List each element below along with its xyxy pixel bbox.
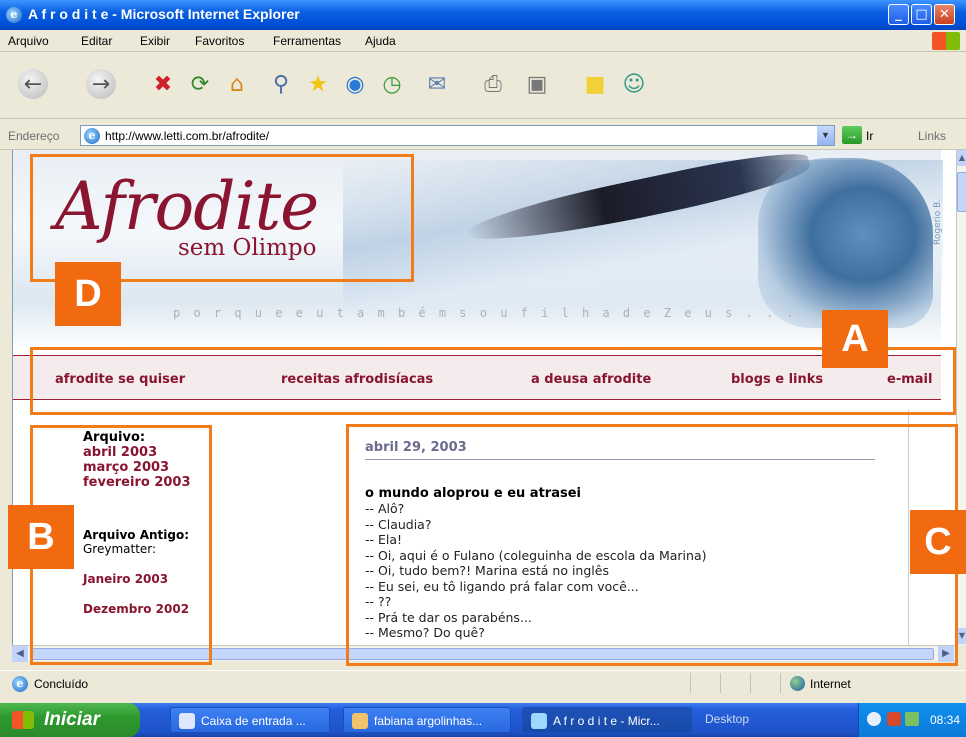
edit-icon[interactable]: ▣ xyxy=(520,67,554,101)
title-bar[interactable]: e A f r o d i t e - Microsoft Internet E… xyxy=(0,0,966,30)
task-label: fabiana argolinhas... xyxy=(374,714,483,728)
chevron-down-icon[interactable]: ▼ xyxy=(817,126,834,145)
back-icon[interactable]: ← xyxy=(18,69,48,99)
menu-editar[interactable]: Editar xyxy=(81,34,112,48)
address-url[interactable]: http://www.letti.com.br/afrodite/ xyxy=(105,129,269,143)
task-label: Caixa de entrada ... xyxy=(201,714,306,728)
system-tray: 08:34 xyxy=(858,703,966,737)
scroll-down-icon[interactable]: ▼ xyxy=(957,628,966,644)
ie-icon: e xyxy=(6,7,22,23)
task-afrodite[interactable]: A f r o d i t e - Micr... xyxy=(522,707,692,733)
history-icon[interactable]: ◷ xyxy=(375,67,409,101)
windows-flag-icon xyxy=(12,711,34,729)
start-button[interactable]: Iniciar xyxy=(0,703,140,737)
site-tagline: p o r q u e e u t a m b é m s o u f i l … xyxy=(173,306,795,320)
menu-ajuda[interactable]: Ajuda xyxy=(365,34,396,48)
status-separator xyxy=(720,673,721,693)
notes-icon[interactable]: ■ xyxy=(578,67,612,101)
image-credit: Rogerio B. xyxy=(933,198,943,245)
toolbar: ← → ✖ ⟳ ⌂ ⚲ ★ ◉ ◷ ✉ ⎙ ▣ ■ ☺ xyxy=(0,53,966,119)
maximize-button[interactable]: □ xyxy=(911,4,932,25)
tray-expand-icon[interactable] xyxy=(867,712,881,726)
menu-arquivo[interactable]: Arquivo xyxy=(8,34,49,48)
banner-figure-image xyxy=(758,158,933,328)
annotation-label-a: A xyxy=(822,310,888,368)
page-icon: e xyxy=(84,128,100,144)
clock[interactable]: 08:34 xyxy=(930,713,960,727)
print-icon[interactable]: ⎙ xyxy=(476,67,510,101)
annotation-box-a xyxy=(30,347,956,415)
tray-network-icon[interactable] xyxy=(905,712,919,726)
security-zone: Internet xyxy=(810,677,851,691)
scroll-up-icon[interactable]: ▲ xyxy=(957,150,966,166)
menu-ferramentas[interactable]: Ferramentas xyxy=(273,34,341,48)
go-arrow-icon[interactable]: → xyxy=(842,126,862,144)
outlook-icon xyxy=(179,713,195,729)
annotation-label-d: D xyxy=(55,262,121,326)
status-separator xyxy=(780,673,781,693)
status-separator xyxy=(690,673,691,693)
go-button[interactable]: Ir xyxy=(866,129,873,143)
task-caixa-entrada[interactable]: Caixa de entrada ... xyxy=(170,707,330,733)
messenger-icon[interactable]: ☺ xyxy=(617,67,651,101)
forward-icon[interactable]: → xyxy=(86,69,116,99)
task-fabiana[interactable]: fabiana argolinhas... xyxy=(343,707,511,733)
internet-zone-icon xyxy=(790,676,805,691)
taskbar: Iniciar Caixa de entrada ... fabiana arg… xyxy=(0,703,966,737)
ie-icon xyxy=(531,713,547,729)
address-bar: Endereço e http://www.letti.com.br/afrod… xyxy=(0,120,966,150)
status-bar: e Concluído Internet xyxy=(0,670,966,695)
vertical-scroll-thumb[interactable] xyxy=(957,172,966,212)
page-done-icon: e xyxy=(12,676,28,692)
desktop-toolbar[interactable]: Desktop xyxy=(705,712,749,726)
start-label: Iniciar xyxy=(44,709,100,730)
status-separator xyxy=(750,673,751,693)
mail-icon[interactable]: ✉ xyxy=(420,67,454,101)
menu-exibir[interactable]: Exibir xyxy=(140,34,170,48)
home-icon[interactable]: ⌂ xyxy=(220,67,254,101)
search-icon[interactable]: ⚲ xyxy=(264,67,298,101)
menu-favoritos[interactable]: Favoritos xyxy=(195,34,244,48)
address-input[interactable]: e http://www.letti.com.br/afrodite/ ▼ xyxy=(80,125,835,146)
close-button[interactable]: ✕ xyxy=(934,4,955,25)
annotation-label-c: C xyxy=(910,510,966,574)
window-title: A f r o d i t e - Microsoft Internet Exp… xyxy=(28,6,300,22)
image-viewer-icon xyxy=(352,713,368,729)
media-icon[interactable]: ◉ xyxy=(338,67,372,101)
status-text: Concluído xyxy=(34,677,89,691)
tray-app-icon[interactable] xyxy=(887,712,901,726)
windows-logo-icon xyxy=(932,32,960,50)
scroll-left-icon[interactable]: ◀ xyxy=(12,646,28,662)
stop-icon[interactable]: ✖ xyxy=(146,67,180,101)
minimize-button[interactable]: _ xyxy=(888,4,909,25)
refresh-icon[interactable]: ⟳ xyxy=(183,67,217,101)
annotation-box-c xyxy=(346,424,958,666)
links-button[interactable]: Links xyxy=(918,129,946,143)
address-label: Endereço xyxy=(8,129,60,143)
task-label: A f r o d i t e - Micr... xyxy=(553,714,660,728)
favorites-icon[interactable]: ★ xyxy=(301,67,335,101)
annotation-label-b: B xyxy=(8,505,74,569)
menu-bar: Arquivo Editar Exibir Favoritos Ferramen… xyxy=(0,30,966,52)
